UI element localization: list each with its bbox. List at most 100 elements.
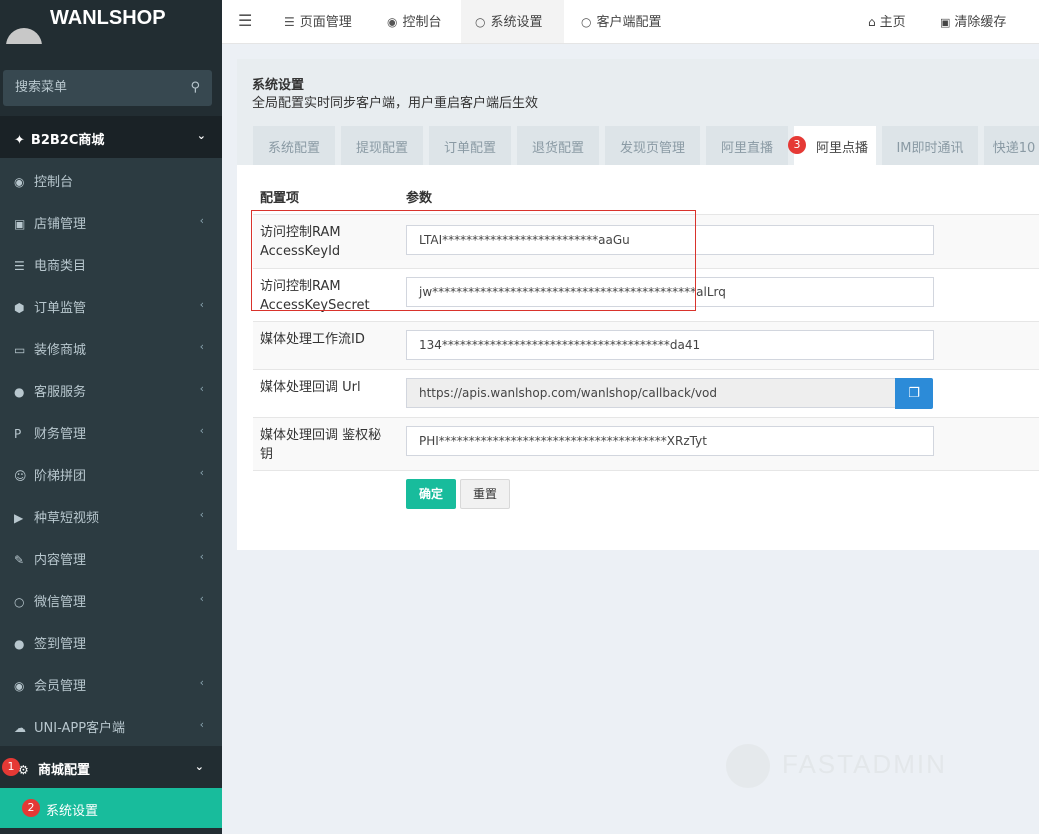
step-badge: 2	[22, 799, 40, 817]
tab-client-config[interactable]: ○ 客户端配置	[567, 0, 676, 43]
panel-header: 系统设置 全局配置实时同步客户端，用户重启客户端后生效 系统配置 提现配置 订单…	[237, 59, 1039, 165]
menu-group-label: B2B2C商城	[30, 133, 105, 148]
sidebar-item-wechat[interactable]: ○ 微信管理 ‹	[0, 578, 222, 620]
tab-label: 客户端配置	[596, 15, 662, 30]
sidebar-item-category[interactable]: ☰ 电商类目	[0, 242, 222, 284]
callback-url-input[interactable]: https://apis.wanlshop.com/wanlshop/callb…	[406, 378, 896, 408]
sidebar-item-store[interactable]: ▣ 店铺管理 ‹	[0, 200, 222, 242]
home-link[interactable]: ⌂ 主页	[868, 11, 906, 30]
list-icon: ☰	[14, 259, 25, 273]
sidebar-item-label: 电商类目	[34, 259, 87, 274]
menu-group-b2b2c[interactable]: ✦ B2B2C商城 ⌄	[0, 116, 222, 158]
chevron-left-icon: ‹	[199, 214, 204, 227]
magic-wand-icon: ✦	[14, 133, 25, 148]
sidebar-item-label: 微信管理	[34, 595, 87, 610]
page-subtitle: 全局配置实时同步客户端，用户重启客户端后生效	[252, 96, 539, 111]
hamburger-menu-icon[interactable]: ☰	[238, 11, 252, 30]
table-row: 媒体处理工作流ID 134***************************…	[253, 321, 1039, 369]
search-icon[interactable]: ⚲	[190, 80, 200, 95]
tab-return-config[interactable]: 退货配置	[517, 126, 599, 165]
home-label: 主页	[879, 15, 906, 30]
row-label: 媒体处理回调 鉴权秘钥	[260, 428, 382, 462]
table-row: 媒体处理回调 Url https://apis.wanlshop.com/wan…	[253, 369, 1039, 417]
sidebar-item-label: UNI-APP客户端	[34, 721, 126, 736]
workflow-id-input[interactable]: 134*************************************…	[406, 330, 934, 360]
chevron-left-icon: ‹	[199, 718, 204, 731]
sidebar-item-finance[interactable]: P 财务管理 ‹	[0, 410, 222, 452]
list-icon: ☰	[284, 15, 295, 29]
map-marker-icon: ●	[14, 637, 25, 651]
tab-ali-vod[interactable]: 3 阿里点播	[788, 126, 876, 165]
tab-withdraw-config[interactable]: 提现配置	[341, 126, 423, 165]
table-row: 媒体处理回调 鉴权秘钥 PHI*************************…	[253, 417, 1039, 471]
chevron-down-icon: ⌄	[194, 760, 204, 773]
chevron-left-icon: ‹	[199, 424, 204, 437]
chevron-left-icon: ‹	[199, 298, 204, 311]
sidebar-item-mall-config[interactable]: 1 ⚙ 商城配置 ⌄	[0, 746, 222, 788]
sidebar: WANLSHOP ⚲ ✦ B2B2C商城 ⌄ ◉ 控制台 ▣ 店铺管理 ‹ ☰ 电商类目 …	[0, 0, 222, 834]
chevron-left-icon: ‹	[199, 550, 204, 563]
sidebar-item-label: 财务管理	[34, 427, 87, 442]
trash-icon: ▣	[940, 16, 951, 29]
sidebar-item-label: 订单监管	[34, 301, 87, 316]
copy-button[interactable]: ❐	[895, 378, 933, 409]
watermark-text: FASTADMIN	[782, 748, 947, 779]
search-input[interactable]	[3, 70, 173, 105]
video-icon: ▶	[14, 511, 24, 525]
sidebar-item-orders[interactable]: ⬢ 订单监管 ‹	[0, 284, 222, 326]
sidebar-item-members[interactable]: ◉ 会员管理 ‹	[0, 662, 222, 704]
app-logo[interactable]: WANLSHOP	[0, 0, 222, 44]
sidebar-item-label: 签到管理	[34, 637, 87, 652]
chevron-left-icon: ‹	[199, 508, 204, 521]
sidebar-item-decorate[interactable]: ▭ 装修商城 ‹	[0, 326, 222, 368]
top-navbar: ☰ ☰ 页面管理 ◉ 控制台 ○ 系统设置 ○ 客户端配置 ⌂ 主页 ▣ 清除缓存	[222, 0, 1039, 44]
sidebar-menu: ◉ 控制台 ▣ 店铺管理 ‹ ☰ 电商类目 ⬢ 订单监管 ‹ ▭ 装修商城 ‹ ● 客服服务 ‹ P…	[0, 158, 222, 828]
tab-label: 系统设置	[490, 15, 543, 30]
sidebar-item-label: 控制台	[34, 175, 74, 190]
paypal-icon: P	[14, 427, 22, 441]
tab-system-settings[interactable]: ○ 系统设置	[461, 0, 564, 43]
tab-label: 页面管理	[299, 15, 352, 30]
clear-cache-link[interactable]: ▣ 清除缓存	[940, 11, 1006, 30]
tab-ali-live[interactable]: 阿里直播	[706, 126, 788, 165]
store-icon: ▣	[14, 217, 26, 231]
sidebar-item-groupbuy[interactable]: ☺ 阶梯拼团 ‹	[0, 452, 222, 494]
sidebar-subitem-label: 系统设置	[46, 804, 99, 819]
reset-button[interactable]: 重置	[460, 479, 510, 509]
sidebar-item-label: 装修商城	[34, 343, 87, 358]
fastadmin-logo-icon	[726, 744, 770, 788]
sidebar-item-label: 客服服务	[34, 385, 87, 400]
sidebar-subitem-system-settings[interactable]: 2 系统设置	[0, 788, 222, 828]
step-badge: 1	[2, 758, 20, 776]
row-label: 媒体处理工作流ID	[260, 332, 365, 347]
desktop-icon: ▭	[14, 343, 26, 357]
sidebar-item-uniapp[interactable]: ☁ UNI-APP客户端 ‹	[0, 704, 222, 746]
avatar	[6, 28, 42, 44]
tab-discover-page[interactable]: 发现页管理	[605, 126, 700, 165]
tab-dashboard[interactable]: ◉ 控制台	[373, 0, 456, 43]
sidebar-item-service[interactable]: ● 客服服务 ‹	[0, 368, 222, 410]
users-icon: ☺	[14, 469, 27, 483]
sidebar-item-label: 会员管理	[34, 679, 87, 694]
sidebar-item-content[interactable]: ✎ 内容管理 ‹	[0, 536, 222, 578]
gear-icon: ⚙	[18, 763, 29, 777]
menu-search: ⚲	[3, 70, 212, 106]
submit-button[interactable]: 确定	[406, 479, 456, 509]
step-badge: 3	[788, 136, 806, 154]
logo-text: WANLSHOP	[50, 7, 166, 29]
tab-express[interactable]: 快递10	[984, 126, 1039, 165]
callback-secret-input[interactable]: PHI*************************************…	[406, 426, 934, 456]
tab-system-config[interactable]: 系统配置	[253, 126, 335, 165]
chevron-left-icon: ‹	[199, 382, 204, 395]
sidebar-item-checkin[interactable]: ● 签到管理	[0, 620, 222, 662]
sidebar-item-video[interactable]: ▶ 种草短视频 ‹	[0, 494, 222, 536]
tab-label: 控制台	[402, 15, 442, 30]
page-title: 系统设置	[252, 78, 305, 93]
tab-order-config[interactable]: 订单配置	[429, 126, 511, 165]
sidebar-item-dashboard[interactable]: ◉ 控制台	[0, 158, 222, 200]
row-label: 媒体处理回调 Url	[260, 380, 361, 395]
column-header-value: 参数	[406, 191, 433, 206]
tab-page-management[interactable]: ☰ 页面管理	[270, 0, 366, 43]
chevron-left-icon: ‹	[199, 592, 204, 605]
tab-im[interactable]: IM即时通讯	[882, 126, 978, 165]
